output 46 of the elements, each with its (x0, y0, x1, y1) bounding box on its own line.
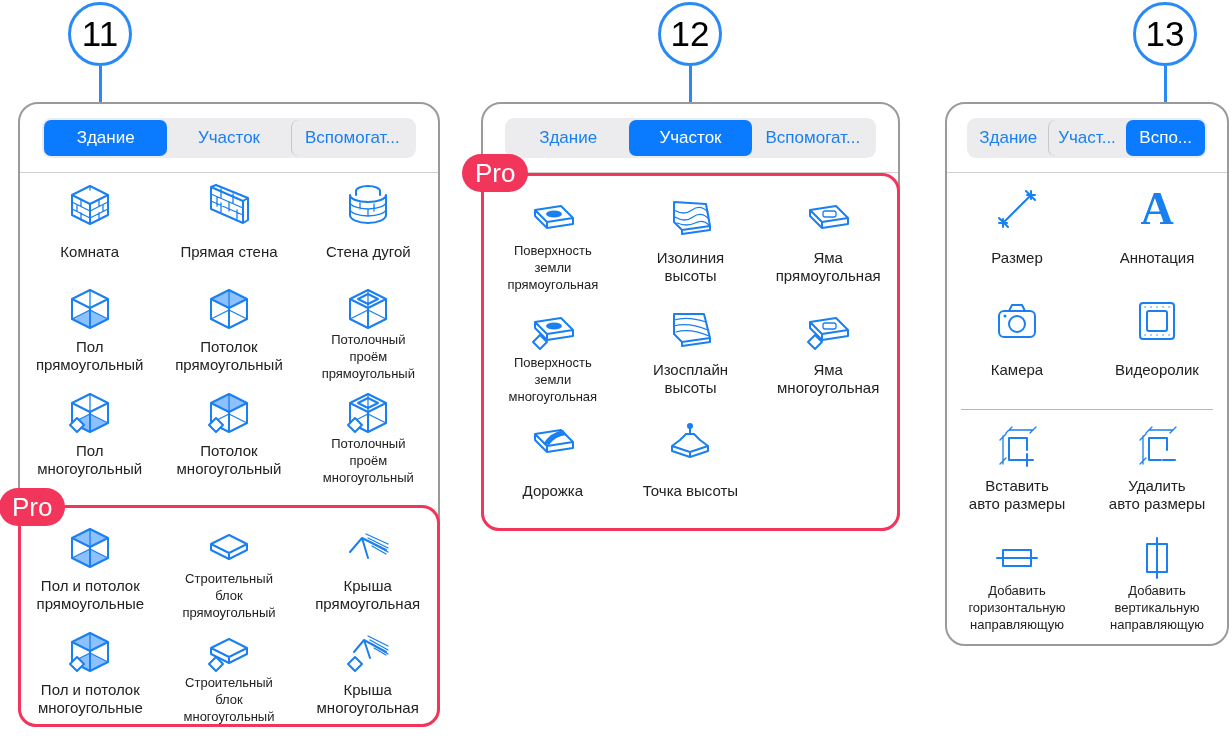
segment-tab[interactable]: Вспо... (1126, 120, 1205, 156)
callout-badge: 13 (1133, 2, 1197, 66)
tool-button[interactable]: Потолочный проём многоугольный (298, 381, 438, 485)
tool-button[interactable]: A Аннотация (1087, 173, 1227, 285)
tool-button[interactable]: Пол и потолок многоугольные (21, 620, 160, 724)
letter-icon: A (1135, 187, 1179, 231)
tool-button[interactable]: Строительный блок прямоугольный (159, 516, 299, 620)
tool-button[interactable]: Размер (947, 173, 1087, 285)
tool-button[interactable]: Крыша многоугольная (298, 620, 437, 724)
pro-badge: Pro (0, 488, 66, 526)
tool-button[interactable]: Строительный блок многоугольный (159, 620, 299, 724)
callout-badge: 12 (658, 2, 722, 66)
tool-button[interactable]: Потолок многоугольный (159, 381, 299, 485)
tool-button[interactable]: Прямая стена (159, 173, 299, 277)
tool-button[interactable]: Добавить горизонтальную направляющую (947, 522, 1087, 634)
segment-tab[interactable]: Здание (44, 120, 168, 156)
tool-button[interactable]: Изосплайн высоты (621, 294, 760, 406)
tool-button[interactable]: Точка высоты (621, 406, 760, 518)
floor-cube-icon (67, 391, 112, 435)
callout-badge: 11 (68, 2, 132, 66)
tool-button[interactable]: Дорожка (484, 406, 622, 518)
tool-button[interactable]: Яма многоугольная (759, 294, 897, 406)
tool-button[interactable]: Вставить авто размеры (947, 410, 1087, 522)
tool-button[interactable]: Видеоролик (1087, 285, 1227, 397)
brick-wall-icon (207, 183, 251, 227)
leader-line (688, 66, 692, 102)
pro-badge: Pro (462, 154, 529, 192)
dimension-icon (995, 187, 1039, 231)
tool-button[interactable]: Изолиния высоты (621, 182, 760, 294)
tool-button[interactable]: Стена дугой (298, 173, 438, 277)
tool-button[interactable]: Камера (947, 285, 1087, 397)
tool-button[interactable]: Пол прямоугольный (20, 277, 160, 381)
ceiling-cube-icon (207, 287, 251, 331)
tool-button[interactable]: Яма прямоугольная (759, 182, 897, 294)
ceiling-cube-icon (207, 391, 251, 435)
tool-button[interactable]: Удалить авто размеры (1087, 410, 1227, 522)
leader-line (98, 66, 102, 102)
tool-button[interactable]: Поверхность земли многоугольная (484, 294, 622, 406)
segment-tab[interactable]: Участок (629, 120, 752, 156)
tool-button[interactable]: Потолочный проём прямоугольный (298, 277, 438, 381)
leader-line (1163, 66, 1167, 102)
tool-button[interactable]: Крыша прямоугольная (298, 516, 437, 620)
tool-button[interactable]: Потолок прямоугольный (159, 277, 299, 381)
tool-button[interactable]: Пол многоугольный (20, 381, 160, 485)
tool-button[interactable]: Комната (20, 173, 160, 277)
tool-button[interactable]: Добавить вертикальную направляющую (1087, 522, 1227, 634)
